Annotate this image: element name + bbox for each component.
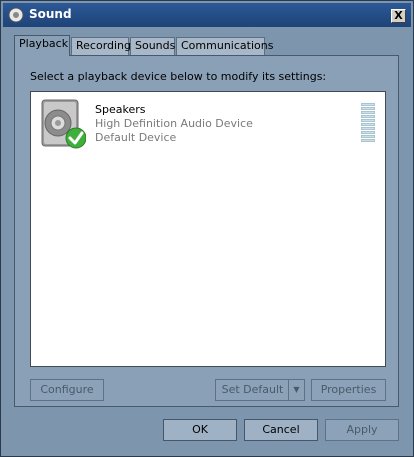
panel-prompt: Select a playback device below to modify… [30,70,327,83]
sound-dialog: Sound X Playback Recording Sounds Commun… [0,0,414,457]
tab-communications[interactable]: Communications [176,37,273,55]
close-button[interactable]: X [391,9,406,23]
properties-button[interactable]: Properties [311,379,386,401]
sound-app-icon [8,7,24,23]
device-list[interactable]: Speakers High Definition Audio Device De… [30,91,386,367]
cancel-button[interactable]: Cancel [244,419,318,441]
default-check-icon [65,127,86,149]
title-bar[interactable]: Sound X [3,3,411,27]
ok-button[interactable]: OK [163,419,237,441]
speaker-icon [41,99,86,149]
tab-recording[interactable]: Recording [71,37,131,55]
tab-playback[interactable]: Playback [14,35,70,56]
set-default-label: Set Default [221,383,284,396]
apply-button[interactable]: Apply [325,419,399,441]
tab-sounds[interactable]: Sounds [130,37,175,55]
device-name: Speakers [95,103,146,116]
playback-panel: Select a playback device below to modify… [14,55,399,407]
set-default-button[interactable]: Set Default ▼ [215,379,305,401]
device-status: Default Device [95,131,177,144]
chevron-down-icon[interactable]: ▼ [288,380,304,400]
list-item[interactable]: Speakers High Definition Audio Device De… [33,95,383,149]
device-driver: High Definition Audio Device [95,117,253,130]
configure-button[interactable]: Configure [30,379,104,401]
window-title: Sound [29,7,72,21]
volume-level-meter [361,103,375,143]
